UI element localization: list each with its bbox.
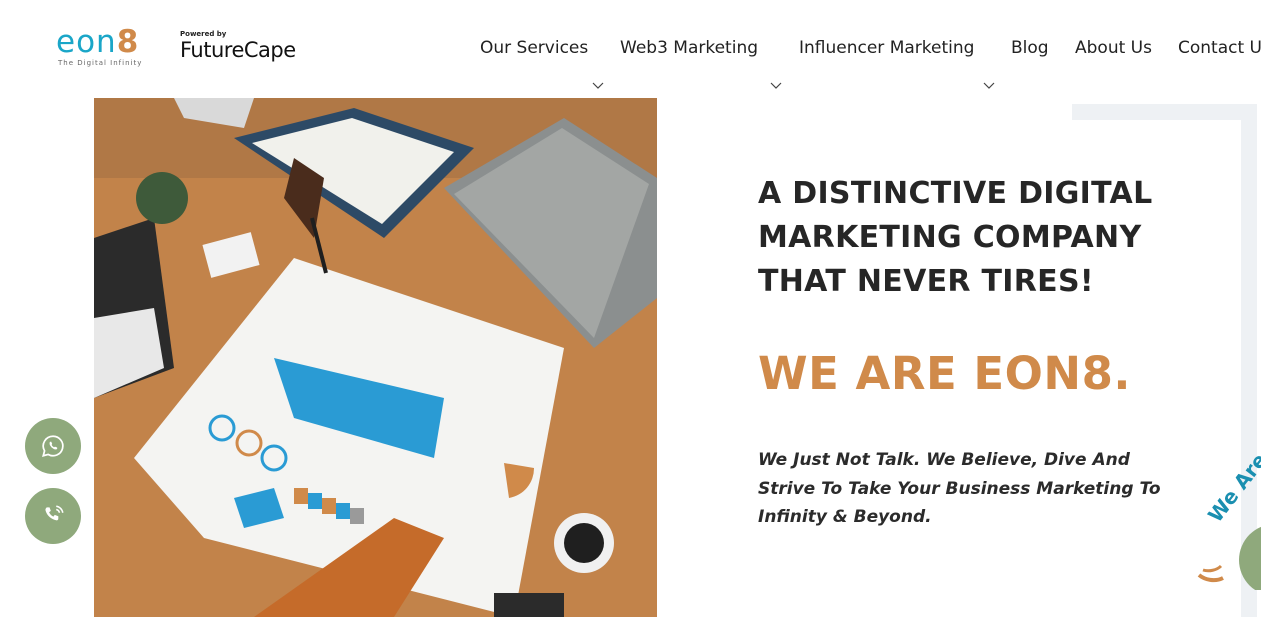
nav-contact-us[interactable]: Contact Us	[1178, 38, 1261, 58]
we-are-badge: We Are	[1195, 448, 1261, 594]
logo-tagline: The Digital Infinity	[58, 59, 143, 67]
logo-text: eon	[56, 24, 117, 60]
nav-label: Contact Us	[1178, 38, 1261, 58]
eon8-logo[interactable]: eon8 The Digital Infinity	[56, 26, 141, 67]
chevron-down-icon[interactable]	[592, 80, 604, 90]
phone-button[interactable]	[25, 488, 81, 544]
nav-label: Our Services	[480, 38, 589, 58]
nav-label: Blog	[1011, 38, 1049, 58]
hero-subhead: WE ARE EON8.	[758, 347, 1131, 400]
hero-tagline: We Just Not Talk. We Believe, Dive And S…	[758, 450, 1161, 527]
chevron-down-icon[interactable]	[983, 80, 995, 90]
nav-label: About Us	[1075, 38, 1152, 58]
logo-digit: 8	[116, 24, 140, 60]
whatsapp-button[interactable]	[25, 418, 81, 474]
futurecape-logo: FutureCape	[180, 38, 296, 62]
chevron-down-icon[interactable]	[770, 80, 782, 90]
nav-our-services[interactable]: Our Services	[480, 38, 588, 58]
nav-influencer-marketing[interactable]: Influencer Marketing	[799, 38, 974, 58]
nav-label: Web3 Marketing	[620, 38, 759, 58]
nav-about-us[interactable]: About Us	[1075, 38, 1152, 58]
hero-image	[94, 98, 657, 617]
nav-blog[interactable]: Blog	[1011, 38, 1049, 58]
office-desk-illustration	[94, 98, 657, 617]
powered-by-futurecape[interactable]: Powered by FutureCape	[180, 30, 296, 62]
nav-web3-marketing[interactable]: Web3 Marketing	[620, 38, 758, 58]
nav-label: Influencer Marketing	[799, 38, 975, 58]
phone-icon	[45, 505, 64, 521]
logo-wordmark: eon8	[56, 26, 139, 58]
whatsapp-icon	[42, 435, 64, 457]
hero-headline: A Distinctive Digital Marketing Company …	[758, 176, 1153, 299]
powered-by-label: Powered by	[180, 30, 227, 38]
